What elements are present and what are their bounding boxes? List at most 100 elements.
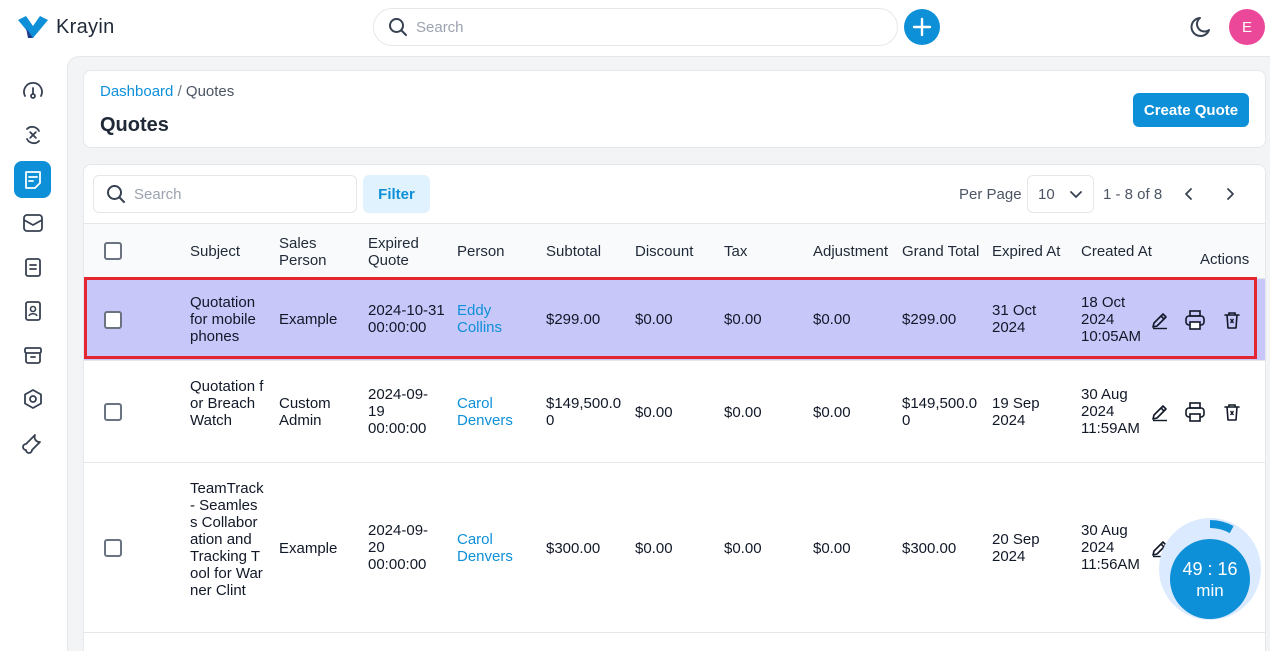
row-tax: $0.00 <box>724 311 762 328</box>
row-grand-total: $149,500.00 <box>902 395 978 429</box>
previous-page-button[interactable] <box>1178 183 1200 205</box>
sidebar-item-configuration[interactable] <box>14 424 51 461</box>
row-subject: TeamTrack - Seamless Collaboration and T… <box>190 480 264 599</box>
column-person[interactable]: Person <box>457 243 505 260</box>
row-grand-total: $300.00 <box>902 540 957 557</box>
delete-button[interactable] <box>1220 308 1244 332</box>
row-created-at: 30 Aug 2024 11:56AM <box>1081 522 1140 573</box>
search-icon <box>389 18 407 36</box>
row-grand-total: $299.00 <box>902 311 957 328</box>
sidebar-item-settings[interactable] <box>14 380 51 417</box>
printer-icon <box>1185 310 1205 330</box>
gauge-icon <box>22 81 43 99</box>
table-row[interactable]: TeamTrack - Seamless Collaboration and T… <box>84 463 1265 633</box>
column-discount[interactable]: Discount <box>635 243 693 260</box>
sidebar-item-contacts[interactable] <box>14 292 51 329</box>
sidebar <box>0 56 67 651</box>
filter-button[interactable]: Filter <box>363 175 430 213</box>
column-subtotal[interactable]: Subtotal <box>546 243 601 260</box>
row-checkbox[interactable] <box>104 311 122 329</box>
per-page-select[interactable]: 10 <box>1027 175 1094 213</box>
row-discount: $0.00 <box>635 311 673 328</box>
column-adjustment[interactable]: Adjustment <box>813 243 888 260</box>
row-subject: Quotation for BreachWatch <box>190 378 264 429</box>
row-checkbox[interactable] <box>104 539 122 557</box>
wrench-icon <box>21 433 41 454</box>
column-tax[interactable]: Tax <box>724 243 747 260</box>
column-expired-quote[interactable]: Expired Quote <box>368 235 438 269</box>
row-sales-person: Example <box>279 540 338 557</box>
chevron-right-icon <box>1227 188 1234 200</box>
column-subject[interactable]: Subject <box>190 243 240 260</box>
mail-icon <box>22 213 43 232</box>
pencil-icon <box>1152 313 1167 330</box>
global-search[interactable] <box>373 8 898 46</box>
app-name: Krayin <box>56 15 115 38</box>
quick-create-button[interactable] <box>904 9 940 45</box>
row-expired-quote: 2024-09-19 00:00:00 <box>368 386 429 437</box>
select-all-checkbox[interactable] <box>104 242 122 260</box>
print-button[interactable] <box>1183 400 1207 424</box>
sidebar-item-products[interactable] <box>14 336 51 373</box>
row-adjustment: $0.00 <box>813 404 851 421</box>
row-created-at: 30 Aug 2024 11:59AM <box>1081 386 1140 437</box>
session-timer[interactable]: 49 : 16 min <box>1170 539 1250 619</box>
table-search[interactable] <box>93 175 357 213</box>
krayin-logo-icon <box>18 16 48 38</box>
search-icon <box>107 185 125 203</box>
table-header: Subject Sales Person Expired Quote Perso… <box>84 223 1265 279</box>
user-avatar[interactable]: E <box>1229 9 1265 45</box>
row-discount: $0.00 <box>635 540 673 557</box>
sidebar-item-leads[interactable] <box>14 116 51 153</box>
row-adjustment: $0.00 <box>813 540 851 557</box>
table-row[interactable]: Quotation for BreachWatch Custom Admin 2… <box>84 361 1265 463</box>
breadcrumb-dashboard-link[interactable]: Dashboard <box>100 83 173 100</box>
next-page-button[interactable] <box>1219 183 1241 205</box>
row-subtotal: $149,500.00 <box>546 395 622 429</box>
top-bar: Krayin E <box>0 0 1270 56</box>
page-header: Dashboard / Quotes Quotes Create Quote <box>83 70 1266 148</box>
chevron-left-icon <box>1185 188 1192 200</box>
quote-note-icon <box>24 170 41 189</box>
timer-time: 49 : 16 <box>1182 559 1238 579</box>
row-person-link[interactable]: Carol Denvers <box>457 395 517 429</box>
box-icon <box>23 346 42 364</box>
per-page-value: 10 <box>1038 185 1055 203</box>
column-sales-person[interactable]: Sales Person <box>279 235 349 269</box>
table-row[interactable]: Quotation for mobile phones Example 2024… <box>84 279 1265 361</box>
sidebar-item-quotes[interactable] <box>14 161 51 198</box>
edit-button[interactable] <box>1148 308 1172 332</box>
row-checkbox[interactable] <box>104 403 122 421</box>
plus-icon <box>912 17 932 37</box>
delete-button[interactable] <box>1220 400 1244 424</box>
krayin-logo[interactable]: Krayin <box>16 14 115 40</box>
contact-book-icon <box>24 300 41 321</box>
sidebar-item-mail[interactable] <box>14 204 51 241</box>
clipboard-icon <box>24 257 41 277</box>
sidebar-item-dashboard[interactable] <box>14 72 51 109</box>
row-person-link[interactable]: Eddy Collins <box>457 302 517 336</box>
quotes-datagrid: Filter Per Page 10 1 - 8 of 8 Subject Sa… <box>83 164 1266 651</box>
printer-icon <box>1185 402 1205 422</box>
row-expired-at: 31 Oct 2024 <box>992 302 1037 336</box>
row-adjustment: $0.00 <box>813 311 851 328</box>
global-search-input[interactable] <box>416 18 876 36</box>
table-search-input[interactable] <box>134 185 344 203</box>
settings-icon <box>23 388 42 409</box>
dark-mode-toggle[interactable] <box>1189 14 1215 40</box>
create-quote-button[interactable]: Create Quote <box>1133 93 1249 127</box>
row-expired-quote: 2024-10-31 00:00:00 <box>368 302 445 336</box>
chevron-down-icon <box>1069 191 1082 198</box>
column-grand-total[interactable]: Grand Total <box>902 243 979 260</box>
sidebar-item-activities[interactable] <box>14 248 51 285</box>
trash-icon <box>1224 404 1240 421</box>
breadcrumb-current: Quotes <box>185 83 235 100</box>
pencil-icon <box>1152 405 1167 422</box>
per-page-label: Per Page <box>959 186 1022 203</box>
row-subtotal: $300.00 <box>546 540 601 557</box>
row-person-link[interactable]: Carol Denvers <box>457 531 517 565</box>
column-created-at[interactable]: Created At <box>1081 243 1152 260</box>
print-button[interactable] <box>1183 308 1207 332</box>
edit-button[interactable] <box>1148 400 1172 424</box>
column-expired-at[interactable]: Expired At <box>992 243 1060 260</box>
